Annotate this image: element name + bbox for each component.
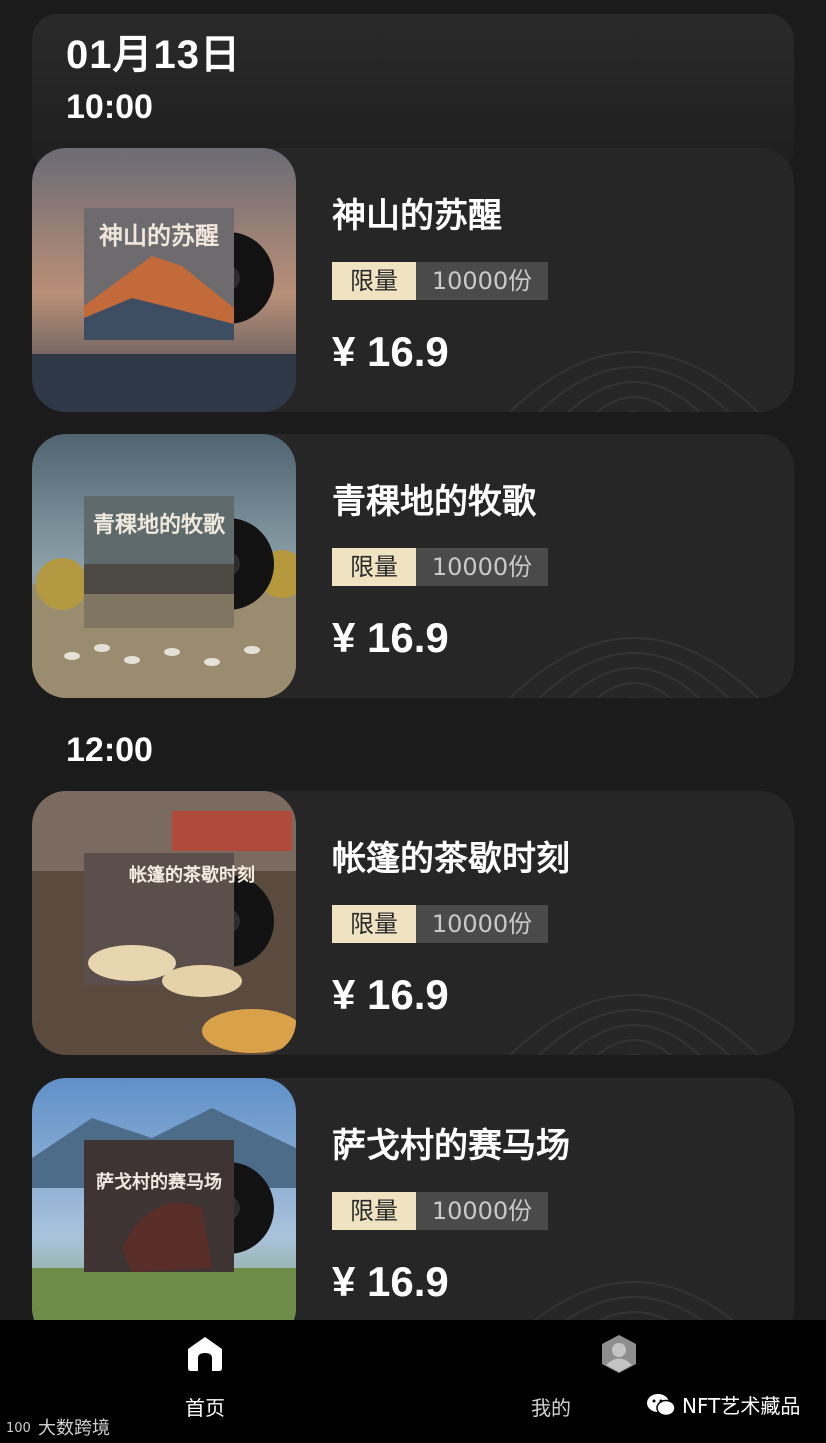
collectible-card[interactable]: 萨戈村的赛马场 萨戈村的赛马场 限量 10000份 ¥ 16.9 (32, 1078, 794, 1342)
card-title: 帐篷的茶歇时刻 (332, 839, 570, 879)
card-title: 青稞地的牧歌 (332, 482, 536, 522)
collectible-card[interactable]: 青稞地的牧歌 青稞地的牧歌 限量 10000份 ¥ 16.9 (32, 434, 794, 698)
quantity-label: 10000份 (416, 905, 548, 943)
bottom-tab-bar: 首页 我的 (0, 1320, 826, 1443)
limited-label: 限量 (332, 548, 416, 586)
svg-text:100: 100 (6, 1421, 31, 1435)
price: ¥ 16.9 (332, 328, 449, 375)
limited-label: 限量 (332, 1192, 416, 1230)
edition-tag: 限量 10000份 (332, 1192, 548, 1230)
card-title: 神山的苏醒 (332, 196, 502, 236)
tab-home[interactable]: 首页 (135, 1320, 275, 1443)
watermark-left-text: 大数跨境 (38, 1418, 110, 1439)
album-cover: 青稞地的牧歌 (32, 434, 296, 698)
time-heading-2: 12:00 (66, 731, 153, 769)
album-cover: 神山的苏醒 (32, 148, 296, 412)
time-heading-1: 10:00 (66, 88, 153, 126)
price: ¥ 16.9 (332, 614, 449, 661)
price: ¥ 16.9 (332, 1258, 449, 1305)
quantity-label: 10000份 (416, 1192, 548, 1230)
brand-logo-icon: 100 (6, 1421, 31, 1435)
collectible-card[interactable]: 帐篷的茶歇时刻 帐篷的茶歇时刻 限量 10000份 ¥ 16.9 (32, 791, 794, 1055)
quantity-label: 10000份 (416, 262, 548, 300)
decorative-pattern (508, 351, 760, 412)
collectible-card[interactable]: 神山的苏醒 神山的苏醒 限量 10000份 ¥ 16.9 (32, 148, 794, 412)
svg-text:萨戈村的赛马场: 萨戈村的赛马场 (96, 1171, 222, 1193)
edition-tag: 限量 10000份 (332, 548, 548, 586)
price: ¥ 16.9 (332, 971, 449, 1018)
home-icon (188, 1337, 222, 1371)
album-cover: 帐篷的茶歇时刻 (32, 791, 296, 1055)
watermark-left: 100 大数跨境 (6, 1414, 110, 1440)
svg-text:神山的苏醒: 神山的苏醒 (99, 221, 219, 250)
watermark-right: NFT艺术藏品 (646, 1390, 800, 1419)
svg-text:帐篷的茶歇时刻: 帐篷的茶歇时刻 (129, 864, 255, 886)
svg-text:青稞地的牧歌: 青稞地的牧歌 (93, 512, 226, 538)
page: 01月13日 10:00 神山的苏醒 神山的苏醒 限量 10000份 ¥ 16.… (0, 0, 826, 1443)
watermark-right-text: NFT艺术藏品 (682, 1394, 801, 1418)
limited-label: 限量 (332, 905, 416, 943)
tab-home-label: 首页 (185, 1396, 225, 1420)
wechat-icon (647, 1393, 676, 1416)
card-title: 萨戈村的赛马场 (332, 1126, 570, 1166)
edition-tag: 限量 10000份 (332, 905, 548, 943)
limited-label: 限量 (332, 262, 416, 300)
edition-tag: 限量 10000份 (332, 262, 548, 300)
quantity-label: 10000份 (416, 548, 548, 586)
profile-icon (602, 1335, 636, 1373)
date-heading: 01月13日 (66, 33, 241, 77)
tab-mine[interactable]: 我的 (531, 1320, 689, 1443)
album-cover: 萨戈村的赛马场 (32, 1078, 296, 1342)
